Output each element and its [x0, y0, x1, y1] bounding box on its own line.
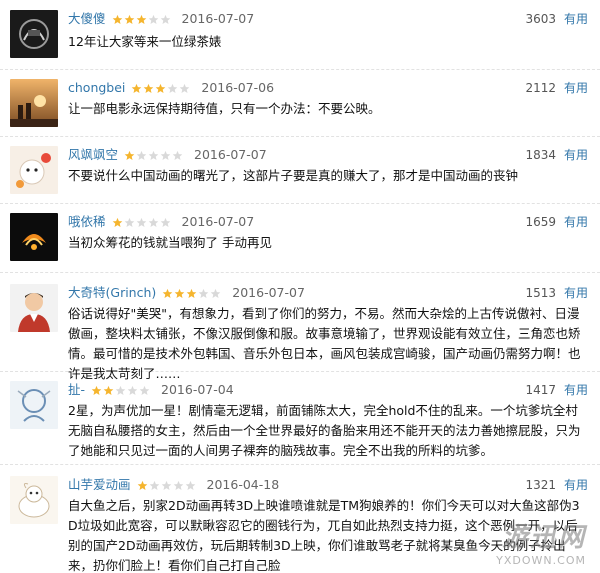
comment-date: 2016-07-07	[194, 147, 267, 162]
rating-stars	[91, 385, 151, 396]
comment-date: 2016-07-07	[181, 214, 255, 229]
star-empty-icon	[161, 480, 171, 490]
star-empty-icon	[115, 385, 126, 395]
avatar[interactable]	[10, 476, 58, 524]
useful-button[interactable]: 有用	[564, 10, 588, 28]
useful-button[interactable]: 有用	[564, 476, 588, 494]
comment-item: chongbei 2016-07-06 2112 有用 让一部电影永远保持期待值…	[0, 71, 600, 137]
comment-date: 2016-04-18	[206, 477, 280, 492]
comment-item: 风飒飒空 2016-07-07 1834 有用 不要说什么中国动画的曙光了，这部…	[0, 138, 600, 204]
star-filled-icon	[156, 83, 166, 93]
star-empty-icon	[127, 385, 138, 395]
comment-text: 俗话说得好"美哭"，有想象力，看到了你们的努力，不易。然而大杂烩的上古传说傲衬、…	[68, 306, 581, 381]
star-filled-icon	[137, 480, 147, 490]
star-empty-icon	[210, 288, 221, 298]
star-empty-icon	[180, 83, 190, 93]
comment-header: 山芋爱动画 2016-04-18	[68, 476, 279, 494]
comment-item: 山芋爱动画 2016-04-18 1321 有用 自大鱼之后，别家2D动画再转3…	[0, 466, 600, 573]
vote-count: 1321	[525, 478, 556, 492]
comment-item: 大傻傻 2016-07-07 3603 有用 12年让大家等来一位绿茶婊	[0, 0, 600, 70]
vote-count: 1834	[525, 148, 556, 162]
comment-text: 自大鱼之后，别家2D动画再转3D上映谁喷谁就是TM狗娘养的！你们今天可以对大鱼这…	[68, 498, 580, 573]
star-filled-icon	[112, 14, 122, 24]
star-empty-icon	[173, 480, 183, 490]
rating-stars	[112, 14, 172, 25]
comment-header: 哦依稀 2016-07-07	[68, 213, 254, 231]
comment-date: 2016-07-04	[161, 382, 234, 397]
star-filled-icon	[112, 217, 122, 227]
star-empty-icon	[136, 217, 146, 227]
star-empty-icon	[168, 83, 178, 93]
useful-button[interactable]: 有用	[564, 146, 588, 164]
comment-item: 大奇特(Grinch) 2016-07-07 1513 有用 俗话说得好"美哭"…	[0, 274, 600, 381]
username-link[interactable]: 哦依稀	[68, 213, 106, 231]
star-empty-icon	[185, 480, 195, 490]
star-filled-icon	[144, 83, 154, 93]
avatar[interactable]	[10, 146, 58, 194]
avatar[interactable]	[10, 79, 58, 127]
comment-text: 让一部电影永远保持期待值，只有一个办法：不要公映。	[68, 101, 381, 116]
username-link[interactable]: 扯-	[68, 381, 85, 399]
avatar[interactable]	[10, 213, 58, 261]
avatar[interactable]	[10, 381, 58, 429]
star-empty-icon	[124, 217, 134, 227]
rating-stars	[112, 217, 172, 228]
username-link[interactable]: 风飒飒空	[68, 146, 118, 164]
vote-count: 1513	[525, 286, 556, 300]
comment-header: 大奇特(Grinch) 2016-07-07	[68, 284, 305, 302]
avatar[interactable]	[10, 10, 58, 58]
star-filled-icon	[136, 14, 146, 24]
comment-text: 当初众筹花的钱就当喂狗了 手动再见	[68, 235, 272, 250]
useful-button[interactable]: 有用	[564, 213, 588, 231]
vote-count: 3603	[525, 12, 556, 26]
useful-button[interactable]: 有用	[564, 79, 588, 97]
username-link[interactable]: 大傻傻	[68, 10, 106, 28]
star-empty-icon	[160, 14, 170, 24]
star-filled-icon	[124, 150, 135, 160]
comment-date: 2016-07-06	[201, 80, 275, 95]
comment-text: 12年让大家等来一位绿茶婊	[68, 34, 222, 49]
star-filled-icon	[103, 385, 114, 395]
comment-date: 2016-07-07	[232, 285, 305, 300]
rating-stars	[162, 288, 222, 299]
star-empty-icon	[172, 150, 183, 160]
comment-item: 扯- 2016-07-04 1417 有用 2星，为声优加一星！剧情毫无逻辑，前…	[0, 373, 600, 465]
rating-stars	[137, 480, 197, 491]
rating-stars	[131, 83, 191, 94]
comment-header: chongbei 2016-07-06	[68, 79, 274, 97]
vote-count: 2112	[525, 81, 556, 95]
star-filled-icon	[174, 288, 185, 298]
username-link[interactable]: 大奇特(Grinch)	[68, 284, 156, 302]
comment-header: 风飒飒空 2016-07-07	[68, 146, 267, 164]
rating-stars	[124, 150, 184, 161]
comment-text: 2星，为声优加一星！剧情毫无逻辑，前面铺陈太大，完全hold不住的乱来。一个坑爹…	[68, 403, 581, 458]
star-empty-icon	[148, 14, 158, 24]
comment-header: 扯- 2016-07-04	[68, 381, 234, 399]
useful-button[interactable]: 有用	[564, 381, 588, 399]
comment-header: 大傻傻 2016-07-07	[68, 10, 254, 28]
username-link[interactable]: chongbei	[68, 79, 125, 97]
useful-button[interactable]: 有用	[564, 284, 588, 302]
star-filled-icon	[186, 288, 197, 298]
star-empty-icon	[148, 217, 158, 227]
star-empty-icon	[160, 150, 171, 160]
star-empty-icon	[160, 217, 170, 227]
star-empty-icon	[149, 480, 159, 490]
comment-item: 哦依稀 2016-07-07 1659 有用 当初众筹花的钱就当喂狗了 手动再见	[0, 205, 600, 273]
star-filled-icon	[91, 385, 102, 395]
star-filled-icon	[132, 83, 142, 93]
star-filled-icon	[162, 288, 173, 298]
vote-count: 1417	[525, 383, 556, 397]
username-link[interactable]: 山芋爱动画	[68, 476, 131, 494]
comment-list: 大傻傻 2016-07-07 3603 有用 12年让大家等来一位绿茶婊 cho…	[0, 0, 600, 573]
star-empty-icon	[139, 385, 150, 395]
avatar[interactable]	[10, 284, 58, 332]
star-empty-icon	[136, 150, 147, 160]
star-empty-icon	[148, 150, 159, 160]
star-empty-icon	[198, 288, 209, 298]
comment-text: 不要说什么中国动画的曙光了，这部片子要是真的赚大了，那才是中国动画的丧钟	[68, 168, 519, 183]
vote-count: 1659	[525, 215, 556, 229]
star-filled-icon	[124, 14, 134, 24]
comment-date: 2016-07-07	[181, 11, 255, 26]
